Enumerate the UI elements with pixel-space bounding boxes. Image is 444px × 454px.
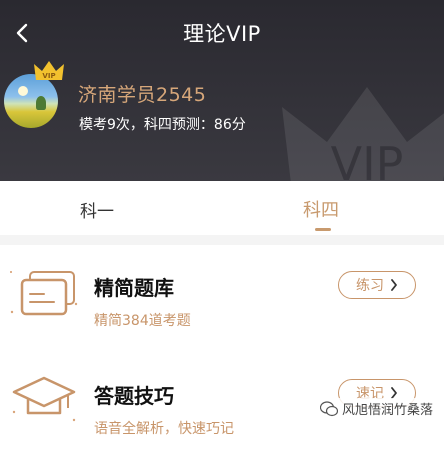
vip-header: 理论VIP VIP VIP 济南学员2545 模考9次，科四预测：86分 (0, 0, 444, 181)
wechat-watermark-label: 风旭悟润竹桑落 (341, 403, 433, 418)
vip-crown-icon: VIP (34, 61, 64, 80)
svg-text:VIP: VIP (331, 137, 404, 181)
practice-button[interactable]: 练习 (338, 271, 416, 299)
subject-tabs: 科一 科四 (0, 181, 444, 235)
avatar-container[interactable]: VIP (4, 61, 64, 128)
card-subtitle: 语音全解析，快速巧记 (94, 421, 234, 437)
wechat-icon (319, 400, 338, 416)
question-bank-card[interactable]: 精简题库 精简384道考题 练习 (0, 256, 444, 346)
graduation-cap-icon (12, 376, 76, 422)
wechat-watermark: 风旭悟润竹桑落 (316, 398, 436, 419)
exam-stats: 模考9次，科四预测：86分 (79, 117, 246, 133)
section-divider (0, 235, 444, 245)
vip-crown-watermark-icon: VIP (282, 87, 444, 181)
card-title: 精简题库 (94, 276, 174, 300)
card-title: 答题技巧 (94, 384, 174, 408)
practice-button-label: 练习 (356, 278, 384, 294)
question-bank-icon (10, 271, 78, 316)
tab-subject-4[interactable]: 科四 (303, 196, 339, 222)
page-title: 理论VIP (183, 22, 261, 46)
tab-subject-1[interactable]: 科一 (80, 197, 114, 222)
username: 济南学员2545 (78, 84, 207, 106)
chevron-right-icon (391, 279, 397, 291)
card-subtitle: 精简384道考题 (94, 313, 191, 329)
avatar[interactable] (4, 74, 58, 128)
active-tab-indicator (315, 228, 331, 231)
svg-text:VIP: VIP (42, 72, 55, 80)
